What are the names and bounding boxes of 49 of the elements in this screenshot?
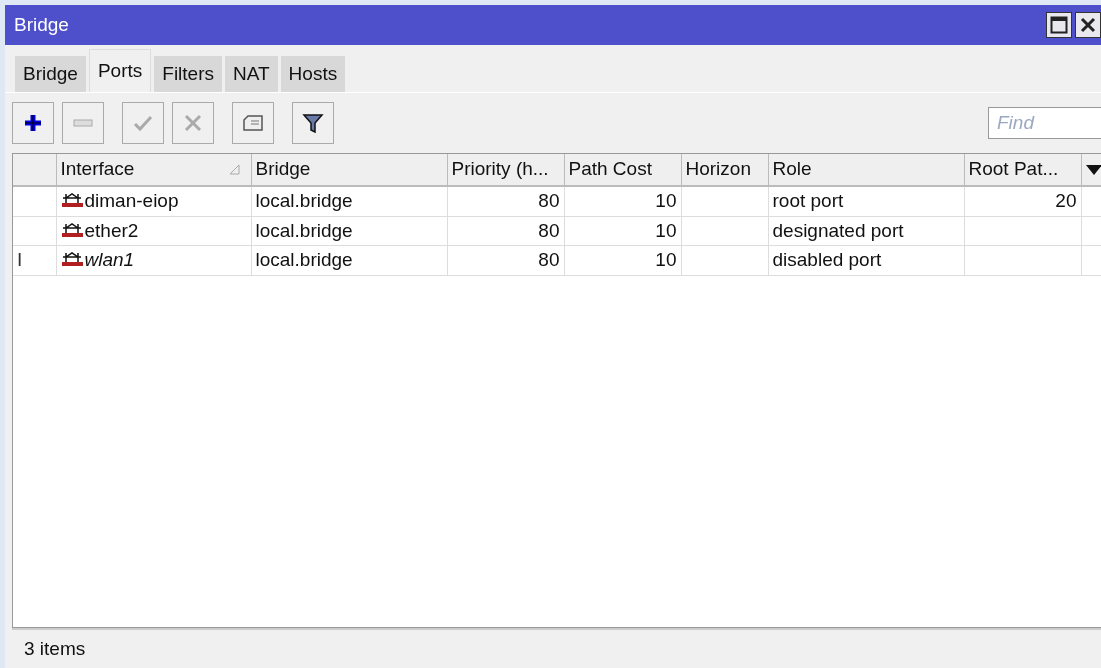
table-cell: designated port: [772, 219, 904, 241]
close-button[interactable]: [1075, 12, 1101, 38]
table-cell: local.bridge: [255, 190, 353, 211]
tab[interactable]: NAT: [225, 56, 278, 92]
find-field[interactable]: Find: [988, 107, 1101, 139]
sort-icon: [228, 163, 241, 175]
column-header[interactable]: Path Cost: [564, 154, 681, 186]
window-title: Bridge: [14, 12, 70, 37]
tab[interactable]: Bridge: [15, 56, 86, 92]
table-cell: local.bridge: [255, 249, 353, 270]
tab[interactable]: Hosts: [280, 56, 346, 92]
column-header[interactable]: Interface: [56, 154, 251, 186]
add-button[interactable]: [12, 102, 54, 144]
column-header[interactable]: Priority (h...: [447, 154, 564, 186]
column-header[interactable]: Bridge: [251, 154, 447, 186]
table-cell: 80: [538, 190, 560, 211]
table-cell: 10: [655, 190, 677, 211]
add-icon: [22, 112, 44, 134]
maximize-icon: [1050, 16, 1068, 34]
interface-name: ether2: [84, 219, 139, 241]
interface-name: diman-eiop: [84, 190, 179, 211]
table-cell: 20: [1055, 190, 1077, 211]
table-cell: local.bridge: [255, 219, 353, 241]
filter-button[interactable]: [292, 102, 334, 144]
table-cell: root port: [772, 190, 844, 211]
bridge-icon: [60, 192, 85, 208]
column-menu-button[interactable]: [1081, 154, 1101, 186]
table-cell: 80: [538, 249, 560, 270]
tab[interactable]: Ports: [88, 49, 152, 92]
table-cell: 10: [655, 249, 677, 270]
tab[interactable]: Filters: [154, 56, 222, 92]
table-cell: disabled port: [772, 249, 882, 270]
filter-icon: [302, 112, 324, 134]
column-header[interactable]: Horizon: [681, 154, 768, 186]
maximize-button[interactable]: [1046, 12, 1072, 38]
close-icon: [1080, 17, 1096, 33]
dropdown-icon: [1085, 165, 1101, 176]
column-header[interactable]: Root Pat...: [964, 154, 1081, 186]
bridge-icon: [60, 221, 85, 238]
table-cell: 80: [538, 219, 560, 241]
cross-icon: [182, 112, 204, 134]
interface-name: wlan1: [84, 249, 135, 270]
bridge-icon: [60, 251, 85, 267]
table-cell: 10: [655, 219, 677, 241]
comment-button[interactable]: [232, 102, 274, 144]
column-header[interactable]: Role: [768, 154, 964, 186]
flag-text: I: [17, 249, 23, 270]
status-text: 3 items: [24, 636, 86, 661]
note-icon: [242, 112, 264, 134]
